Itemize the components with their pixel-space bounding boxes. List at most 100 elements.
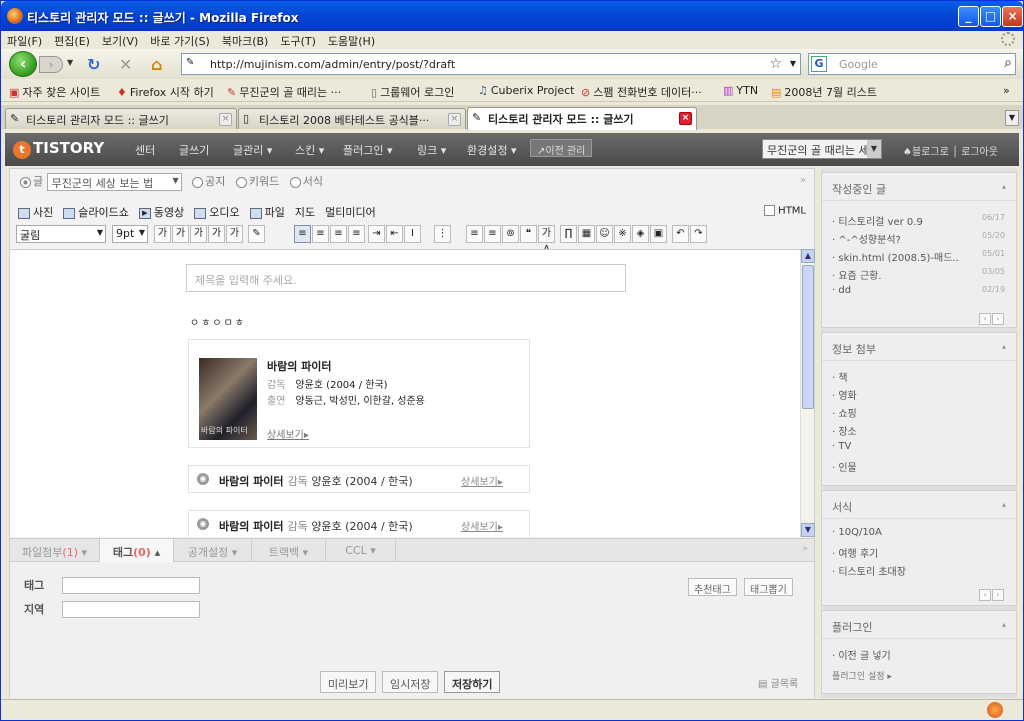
- collapse-icon[interactable]: ▴: [1002, 342, 1006, 351]
- next-page-icon[interactable]: ›: [992, 313, 1004, 325]
- movie-more-link[interactable]: 상세보기▸: [461, 473, 503, 488]
- close-tab-icon[interactable]: ×: [448, 113, 461, 126]
- plugin-item[interactable]: · 이전 글 넣기: [832, 647, 891, 662]
- format-button[interactable]: ≡: [348, 225, 365, 243]
- bookmark-star-icon[interactable]: ☆: [769, 56, 782, 72]
- scroll-down-icon[interactable]: ▼: [801, 523, 815, 537]
- bookmark-item[interactable]: ✎ 무진군의 골 때리는 ···: [227, 84, 341, 100]
- format-button[interactable]: 가: [226, 225, 243, 243]
- tab-trackback[interactable]: 트랙백 ▾: [252, 539, 326, 562]
- insert-slideshow-button[interactable]: 슬라이드쇼: [63, 206, 129, 219]
- tab-ccl[interactable]: CCL ▾: [326, 539, 396, 562]
- plugin-title[interactable]: 플러그인 ▴: [822, 611, 1016, 639]
- tab-tistory-beta[interactable]: ▯ 티스토리 2008 베타테스트 공식블··· ×: [238, 108, 466, 129]
- size-select[interactable]: 9pt ▼: [112, 225, 148, 243]
- close-tab-icon[interactable]: ×: [679, 112, 692, 125]
- scroll-thumb[interactable]: [802, 265, 814, 409]
- info-item[interactable]: · 영화: [832, 387, 857, 402]
- format-button[interactable]: ⇥: [368, 225, 385, 243]
- tab-tistory-write-2[interactable]: ✎ 티스토리 관리자 모드 :: 글쓰기 ×: [467, 107, 697, 130]
- form-item[interactable]: · 티스토리 초대장: [832, 563, 906, 578]
- info-item[interactable]: · 쇼핑: [832, 405, 857, 420]
- url-bar[interactable]: ✎ http://mujinism.com/admin/entry/post/?…: [181, 53, 801, 75]
- format-button[interactable]: ▣: [650, 225, 667, 243]
- format-button[interactable]: 가A: [538, 225, 555, 255]
- menu-help[interactable]: 도움말(H): [322, 31, 381, 51]
- next-page-icon[interactable]: ›: [992, 589, 1004, 601]
- url-text[interactable]: http://mujinism.com/admin/entry/post/?dr…: [210, 58, 455, 71]
- menu-file[interactable]: 파일(F): [1, 31, 48, 51]
- google-icon[interactable]: G: [811, 56, 827, 72]
- prev-admin-button[interactable]: ↗이전 관리: [530, 139, 593, 157]
- insert-multimedia-button[interactable]: 멀티미디어: [325, 206, 376, 219]
- search-placeholder[interactable]: Google: [839, 58, 878, 71]
- format-button[interactable]: ⇤: [386, 225, 403, 243]
- drafts-pager[interactable]: ‹ ›: [978, 311, 1006, 325]
- draft-item[interactable]: · 티스토리걸 ver 0.9 06/17: [832, 213, 1005, 228]
- movie-more-link[interactable]: 상세보기▸: [267, 426, 309, 441]
- forms-pager[interactable]: ‹ ›: [978, 587, 1006, 601]
- tag-input[interactable]: [62, 577, 200, 594]
- collapse-icon[interactable]: ▴: [1002, 620, 1006, 629]
- format-button[interactable]: ≡: [484, 225, 501, 243]
- tab-tistory-write-1[interactable]: ✎ 티스토리 관리자 모드 :: 글쓰기 ×: [5, 108, 237, 129]
- history-dropdown-icon[interactable]: ▼: [67, 58, 73, 67]
- tistory-logo[interactable]: t TISTORY: [13, 139, 104, 159]
- save-draft-button[interactable]: 임시저장: [382, 671, 439, 693]
- tag-pick-button[interactable]: 태그뽑기: [744, 578, 793, 596]
- title-input[interactable]: 제목을 입력해 주세요.: [186, 264, 626, 292]
- nav-write[interactable]: 글쓰기: [179, 142, 209, 158]
- format-button[interactable]: ⋮: [434, 225, 451, 243]
- bookmark-item[interactable]: ▯ 그룹웨어 로그인: [371, 84, 454, 100]
- search-icon[interactable]: ⌕: [1004, 55, 1012, 71]
- format-button[interactable]: ◈: [632, 225, 649, 243]
- draft-item[interactable]: · ^-^성향분석? 05/20: [832, 231, 1005, 246]
- format-button[interactable]: ▦: [578, 225, 595, 243]
- post-list-link[interactable]: ▤ 글목록: [758, 675, 798, 690]
- nav-plugin[interactable]: 플러그인 ▾: [343, 142, 393, 158]
- format-button[interactable]: ↶: [672, 225, 689, 243]
- category-select[interactable]: 무진군의 세상 보는 법 ▼: [46, 173, 182, 191]
- format-button[interactable]: ≡: [330, 225, 347, 243]
- prev-page-icon[interactable]: ‹: [979, 313, 991, 325]
- header-links[interactable]: ♠블로그로 │ 로그아웃: [903, 143, 998, 158]
- format-button[interactable]: 가: [172, 225, 189, 243]
- format-button[interactable]: 가: [190, 225, 207, 243]
- info-item[interactable]: · 장소: [832, 423, 857, 438]
- menu-go[interactable]: 바로 가기(S): [144, 31, 216, 51]
- nav-manage[interactable]: 글관리 ▾: [233, 142, 272, 158]
- format-button[interactable]: ✎: [248, 225, 265, 243]
- insert-photo-button[interactable]: 사진: [18, 206, 53, 219]
- draft-item[interactable]: · dd 02/19: [832, 285, 1005, 296]
- form-item[interactable]: · 10Q/10A: [832, 527, 882, 538]
- close-button[interactable]: ×: [1002, 6, 1023, 27]
- radio-keyword[interactable]: [235, 176, 247, 188]
- movie-more-link[interactable]: 상세보기▸: [461, 518, 503, 533]
- forms-title[interactable]: 서식 ▴: [822, 491, 1016, 519]
- radio-notice[interactable]: [192, 176, 204, 188]
- format-button[interactable]: ⊚: [502, 225, 519, 243]
- bookmarks-more-button[interactable]: »: [1003, 84, 1010, 97]
- insert-file-button[interactable]: 파일: [249, 206, 285, 219]
- tab-list-button[interactable]: ▼: [1005, 110, 1019, 126]
- preview-button[interactable]: 미리보기: [320, 671, 377, 693]
- nav-link[interactable]: 링크 ▾: [417, 142, 446, 158]
- back-button[interactable]: ‹: [9, 51, 37, 77]
- bookmark-item[interactable]: ▥ YTN: [723, 84, 758, 97]
- tab-attachments[interactable]: 파일첨부(1) ▾: [10, 539, 100, 562]
- insert-audio-button[interactable]: 오디오: [194, 206, 240, 219]
- recommend-tag-button[interactable]: 추천태그: [688, 578, 737, 596]
- menu-edit[interactable]: 편집(E): [48, 31, 96, 51]
- drafts-title[interactable]: 작성중인 글 ▴: [822, 173, 1016, 201]
- blog-select[interactable]: 무진군의 골 때리는 세. ▼: [762, 139, 882, 159]
- collapse-sidebar-button[interactable]: »: [800, 175, 806, 186]
- forward-button[interactable]: ›: [39, 56, 63, 73]
- bookmark-item[interactable]: ▤ 2008년 7월 리스트: [771, 84, 877, 100]
- bookmark-item[interactable]: ▣ 자주 찾은 사이트: [9, 84, 100, 100]
- bookmark-item[interactable]: ♦ Firefox 시작 하기: [117, 84, 214, 100]
- search-box[interactable]: G Google ⌕: [808, 53, 1016, 75]
- draft-item[interactable]: · 요즘 근황. 03/05: [832, 267, 1005, 282]
- format-button[interactable]: 가: [154, 225, 171, 243]
- nav-skin[interactable]: 스킨 ▾: [295, 142, 324, 158]
- collapse-icon[interactable]: ▴: [1002, 500, 1006, 509]
